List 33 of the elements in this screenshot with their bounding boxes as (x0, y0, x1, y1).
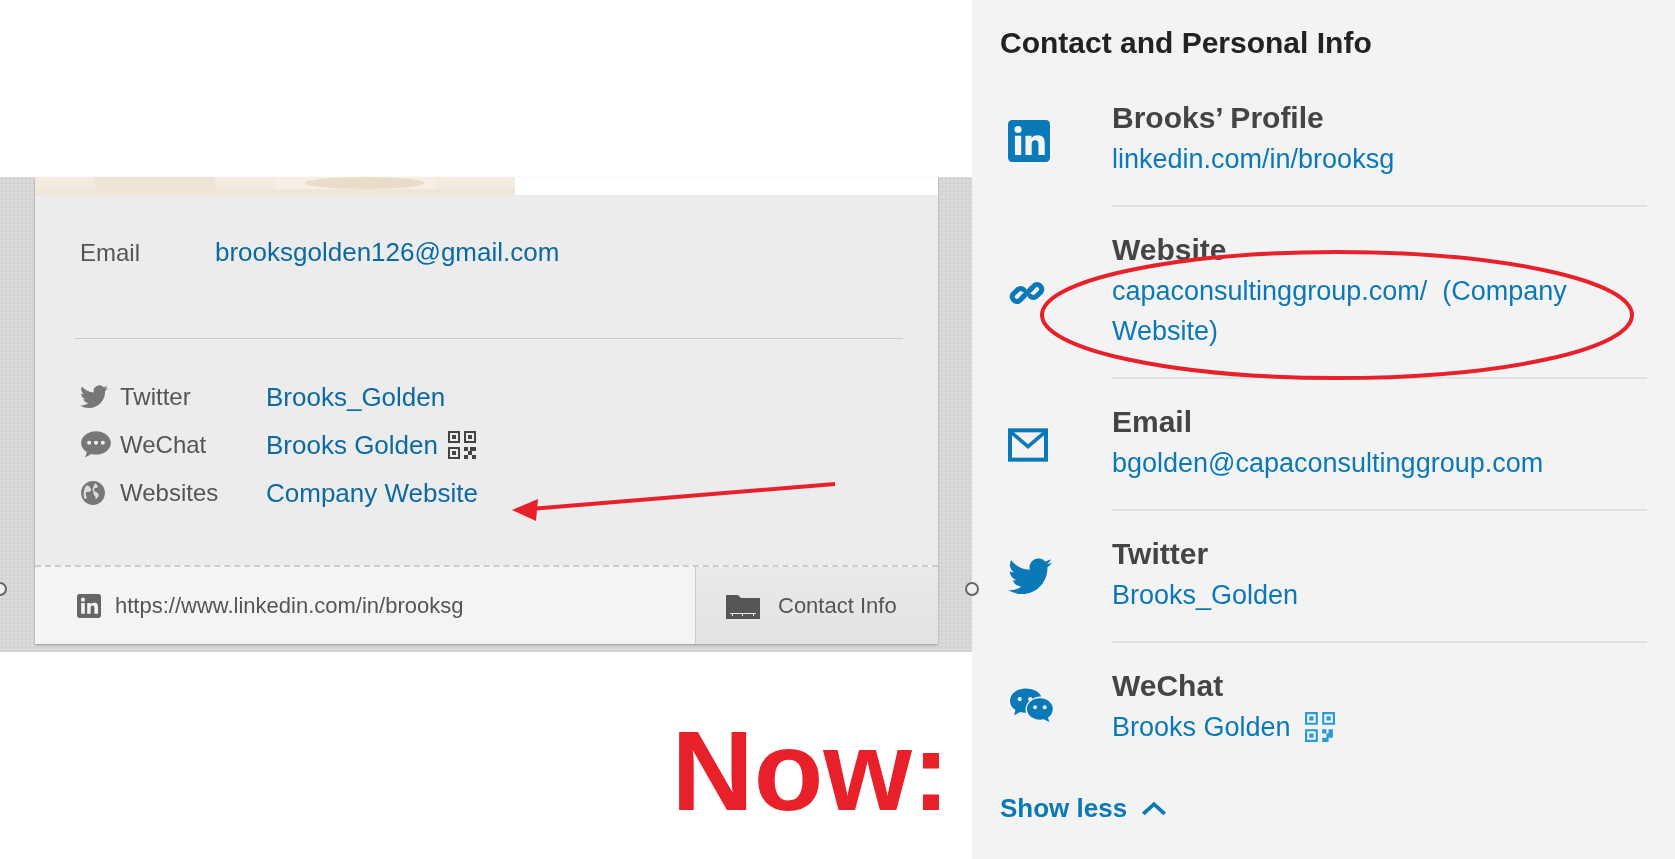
account-link[interactable]: Brooks_Golden (266, 381, 446, 413)
speech-bubble-icon (80, 430, 112, 460)
item-title: Brooks’ Profile (1112, 100, 1325, 136)
account-label: Twitter (120, 383, 192, 411)
item-title: Twitter (1112, 536, 1210, 572)
panel-title: Contact and Personal Info (1000, 25, 1373, 61)
chevron-up-icon (1141, 801, 1168, 816)
contact-link[interactable]: linkedin.com/in/brooksg (1112, 139, 1395, 179)
resize-handle[interactable] (965, 582, 979, 596)
profile-url: https://www.linkedin.com/in/brooksg (115, 592, 464, 619)
contact-link[interactable]: Brooks_Golden (1112, 575, 1299, 615)
linkedin-icon (77, 593, 101, 618)
show-less-button[interactable]: Show less (1000, 793, 1168, 824)
contact-link[interactable]: bgolden@capaconsultinggroup.com (1112, 443, 1544, 483)
account-label: WeChat (120, 431, 208, 459)
qr-code-icon[interactable] (448, 431, 476, 459)
account-link[interactable]: Brooks Golden (266, 429, 438, 461)
folder-icon (726, 592, 760, 619)
bird-icon (1008, 558, 1052, 596)
account-label: Websites (120, 479, 220, 507)
email-link[interactable]: brooksgolden126@gmail.com (215, 237, 560, 268)
linkedin-icon (1008, 120, 1050, 162)
item-title: WeChat (1112, 668, 1225, 704)
globe-icon (80, 480, 106, 506)
bird-icon (80, 385, 108, 409)
envelope-icon (1008, 428, 1048, 462)
contact-link[interactable]: Brooks Golden (1112, 707, 1291, 747)
account-link[interactable]: Company Website (266, 477, 478, 509)
caption: Now: (671, 714, 950, 828)
contact-info-button[interactable]: Contact Info (695, 567, 938, 644)
item-title: Email (1112, 404, 1194, 440)
contact-link[interactable]: capaconsultinggroup.com/ (Company Website) (1112, 271, 1647, 351)
email-label: Email (80, 239, 141, 267)
